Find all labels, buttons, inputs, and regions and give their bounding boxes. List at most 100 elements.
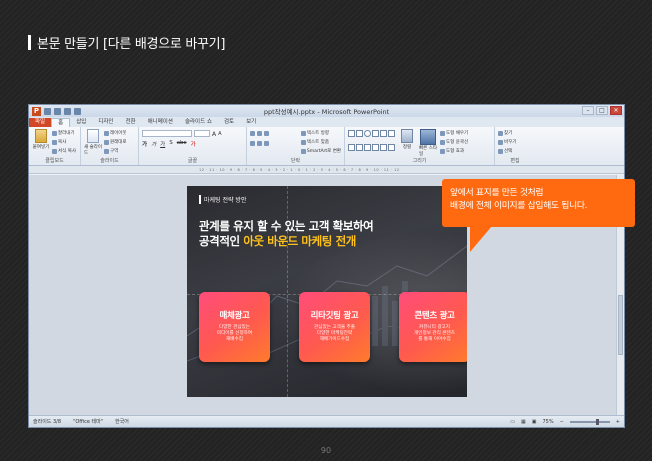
font-name-dropdown[interactable] <box>142 130 192 137</box>
align-left-glyph <box>250 140 255 146</box>
shadow-icon[interactable]: S <box>169 140 173 148</box>
align-center-icon[interactable] <box>257 139 262 147</box>
cut-button[interactable]: 잘라내기 <box>52 129 76 137</box>
slide-canvas[interactable]: 마케팅 전략 방안 관계를 유지 할 수 있는 고객 확보하여 공격적인 아웃 … <box>187 186 467 397</box>
pen-icon <box>440 139 445 145</box>
sorter-view-icon[interactable]: ▦ <box>521 419 526 425</box>
language-status[interactable]: 한국어 <box>115 418 129 425</box>
card-description: 관심있는 고객을 추출 다양한 마케팅전략 재배가이드수집 <box>314 325 355 343</box>
shape-flow-icon[interactable] <box>380 144 387 151</box>
tab-slideshow[interactable]: 슬라이드 쇼 <box>179 118 218 127</box>
slide-subtitle[interactable]: 마케팅 전략 방안 <box>199 195 246 204</box>
subtitle-text: 마케팅 전략 방안 <box>204 197 247 204</box>
tab-design[interactable]: 디자인 <box>92 118 119 127</box>
scrollbar-thumb[interactable] <box>618 295 623 355</box>
bullets-icon[interactable] <box>250 129 255 137</box>
quick-styles-label: 빠른 스타일 <box>419 146 437 157</box>
shape-callout-icon[interactable] <box>348 144 355 151</box>
indent-icon[interactable] <box>264 129 269 137</box>
shape-effects-button[interactable]: 도형 효과 <box>440 147 468 155</box>
reading-view-icon[interactable]: ▣ <box>532 419 537 425</box>
align-text-button[interactable]: 텍스트 맞춤 <box>300 138 341 146</box>
slide-headline[interactable]: 관계를 유지 할 수 있는 고객 확보하여 공격적인 아웃 바운드 마케팅 전개 <box>199 219 374 249</box>
tab-transitions[interactable]: 전환 <box>120 118 142 127</box>
card-retargeting-ad[interactable]: 리타깃팅 광고 관심있는 고객을 추출 다양한 마케팅전략 재배가이드수집 <box>299 292 370 362</box>
select-button[interactable]: 선택 <box>498 147 532 155</box>
horizontal-ruler: 12 · 11 · 10 · 9 · 8 · 7 · 6 · 5 · 4 · 3… <box>29 166 624 174</box>
close-button[interactable]: ✕ <box>610 106 622 115</box>
scissors-icon <box>52 130 57 136</box>
tab-home[interactable]: 홈 <box>51 118 71 127</box>
shape-curve-icon[interactable] <box>364 144 371 151</box>
copy-button[interactable]: 복사 <box>52 138 76 146</box>
shape-rect-icon[interactable] <box>356 130 363 137</box>
grow-font-icon[interactable]: A <box>212 130 216 138</box>
shape-block-arrow-icon[interactable] <box>372 144 379 151</box>
arrange-button[interactable]: 정렬 <box>398 129 416 157</box>
theme-name: "Office 테마" <box>73 419 104 425</box>
font-size-dropdown[interactable] <box>194 130 210 137</box>
indent-glyph <box>264 130 269 136</box>
align-right-icon[interactable] <box>264 139 269 147</box>
strikethrough-icon[interactable]: abc <box>177 140 187 148</box>
shape-brace-icon[interactable] <box>356 144 363 151</box>
editing-group: 찾기 바꾸기 선택 편집 <box>495 127 535 165</box>
section-button[interactable]: 구역 <box>104 147 127 155</box>
tab-review[interactable]: 검토 <box>218 118 240 127</box>
zoom-out-icon[interactable]: − <box>560 419 564 425</box>
quick-styles-button[interactable]: 빠른 스타일 <box>419 129 437 157</box>
shape-star-icon[interactable] <box>388 130 395 137</box>
tab-file[interactable]: 파일 <box>29 118 52 127</box>
find-button[interactable]: 찾기 <box>498 129 532 137</box>
format-painter-button[interactable]: 서식 복사 <box>52 147 76 155</box>
layout-icon <box>104 130 109 136</box>
section-label: 구역 <box>110 149 119 154</box>
text-direction-button[interactable]: 텍스트 방향 <box>300 129 341 137</box>
smartart-button[interactable]: SmartArt로 변환 <box>300 147 341 155</box>
align-left-icon[interactable] <box>250 139 255 147</box>
shrink-font-icon[interactable]: A <box>218 130 221 138</box>
font-color-icon[interactable]: 가 <box>191 140 196 148</box>
shape-more-icon[interactable] <box>388 144 395 151</box>
numbering-icon[interactable] <box>257 129 262 137</box>
replace-button[interactable]: 바꾸기 <box>498 138 532 146</box>
cut-label: 잘라내기 <box>58 131 75 136</box>
card-title: 리타깃팅 광고 <box>310 311 359 321</box>
underline-icon[interactable]: 가 <box>160 140 165 148</box>
card-media-ad[interactable]: 매체광고 다양한 관심있는 미디어를 선정하여 재배수집 <box>199 292 270 362</box>
bold-icon[interactable]: 가 <box>142 140 147 148</box>
page-title: 본문 만들기 [다른 배경으로 바꾸기] <box>37 37 226 52</box>
text-direction-icon <box>300 130 306 136</box>
layout-button[interactable]: 레이아웃 <box>104 129 127 137</box>
maximize-button[interactable]: □ <box>596 106 608 115</box>
tab-insert[interactable]: 삽입 <box>70 118 92 127</box>
brush-icon <box>52 148 57 154</box>
shape-outline-button[interactable]: 도형 윤곽선 <box>440 138 468 146</box>
zoom-slider[interactable] <box>569 418 610 425</box>
tab-view[interactable]: 보기 <box>240 118 262 127</box>
header-accent-bar <box>28 35 31 50</box>
zoom-in-icon[interactable]: + <box>616 419 620 425</box>
title-bar: P ppt작성예시.pptx - Microsoft PowerPoint – … <box>29 105 624 117</box>
card-content-ad[interactable]: 콘텐츠 광고 커뮤니티 광고지 개인정보 관리 콘텐츠 를 통해 이어수집 <box>399 292 467 362</box>
reset-label: 원래대로 <box>110 140 127 145</box>
shapes-gallery[interactable] <box>348 130 395 157</box>
smartart-label: SmartArt로 변환 <box>306 149 341 154</box>
page-header: 본문 만들기 [다른 배경으로 바꾸기] <box>28 33 225 52</box>
minimize-button[interactable]: – <box>582 106 594 115</box>
new-slide-button[interactable]: 새 슬라이드 <box>84 129 102 157</box>
italic-icon[interactable]: 가 <box>151 140 156 148</box>
tab-animations[interactable]: 애니메이션 <box>142 118 179 127</box>
normal-view-icon[interactable]: ▭ <box>510 419 515 425</box>
clipboard-group-label: 클립보드 <box>45 158 64 164</box>
paste-button[interactable]: 붙여넣기 <box>32 129 50 157</box>
shape-fill-label: 도형 채우기 <box>446 131 469 136</box>
zoom-level[interactable]: 75% <box>542 419 553 425</box>
shape-fill-button[interactable]: 도형 채우기 <box>440 129 468 137</box>
card-title: 매체광고 <box>219 311 250 321</box>
reset-button[interactable]: 원래대로 <box>104 138 127 146</box>
shape-line-icon[interactable] <box>348 130 355 137</box>
shape-triangle-icon[interactable] <box>372 130 379 137</box>
shape-arrow-icon[interactable] <box>380 130 387 137</box>
shape-oval-icon[interactable] <box>364 130 371 137</box>
